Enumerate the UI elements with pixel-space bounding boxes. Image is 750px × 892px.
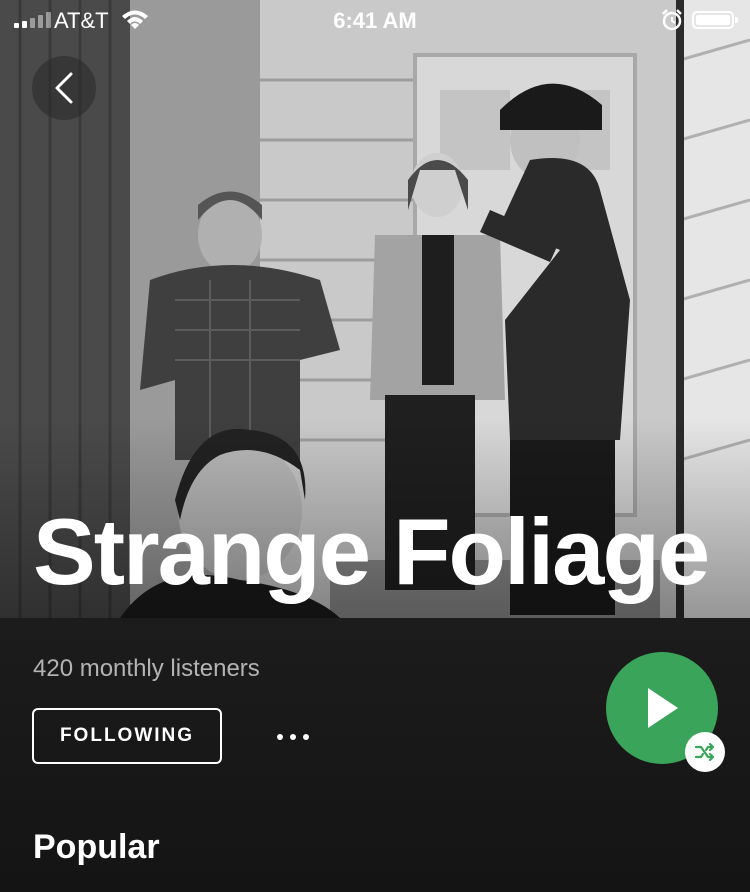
ellipsis-dot bbox=[303, 734, 309, 740]
shuffle-indicator bbox=[685, 732, 725, 772]
artist-name: Strange Foliage bbox=[33, 499, 710, 604]
status-bar: AT&T 6:41 AM bbox=[0, 0, 750, 40]
battery-icon bbox=[692, 11, 738, 29]
popular-section-title: Popular bbox=[33, 828, 160, 866]
monthly-listeners: 420 monthly listeners bbox=[33, 655, 260, 682]
play-icon bbox=[648, 688, 678, 728]
back-button[interactable] bbox=[32, 56, 96, 120]
status-time: 6:41 AM bbox=[333, 8, 417, 33]
chevron-left-icon bbox=[55, 72, 73, 104]
shuffle-icon bbox=[694, 742, 715, 762]
following-button[interactable]: FOLLOWING bbox=[32, 708, 222, 764]
alarm-clock-icon bbox=[660, 8, 684, 38]
ellipsis-dot bbox=[290, 734, 296, 740]
ellipsis-dot bbox=[277, 734, 283, 740]
more-options-button[interactable] bbox=[268, 722, 318, 752]
